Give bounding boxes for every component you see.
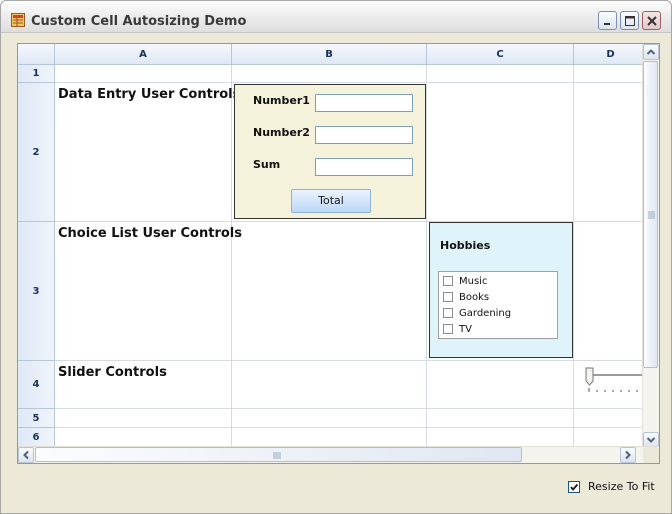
cell-a4-text: Slider Controls [58,365,167,380]
cell-c2[interactable] [427,83,574,222]
horizontal-scrollbar[interactable] [18,446,659,463]
cell-a3-text: Choice List User Controls [58,226,242,241]
cell-b3[interactable] [232,222,427,361]
cell-a2-text: Data Entry User Controls [58,87,241,102]
scroll-left-button[interactable] [18,447,34,463]
hobby-label: Music [459,275,488,287]
cell-d6[interactable] [574,428,648,448]
hobby-item-music[interactable]: Music [443,273,487,289]
resize-to-fit-checkbox[interactable]: Resize To Fit [568,480,655,493]
cell-d3[interactable] [574,222,648,361]
number2-input[interactable] [315,126,413,144]
data-entry-panel: Number1 Number2 Sum Total [234,84,426,219]
number2-label: Number2 [253,126,310,139]
checkbox-icon[interactable] [443,276,453,286]
arrow-left-icon [23,450,29,460]
cell-b4[interactable] [232,361,427,409]
column-header-c[interactable]: C [427,44,574,65]
scroll-up-button[interactable] [643,44,659,60]
checkbox-icon[interactable] [443,292,453,302]
title-bar[interactable]: Custom Cell Autosizing Demo [1,1,671,33]
cell-a1[interactable] [55,65,232,83]
cell-c1[interactable] [427,65,574,83]
checkbox-icon[interactable] [568,480,580,493]
horizontal-scroll-thumb[interactable] [35,447,522,462]
cell-c5[interactable] [427,409,574,428]
cell-a4[interactable]: Slider Controls [55,361,232,409]
column-header-b[interactable]: B [232,44,427,65]
cell-b5[interactable] [232,409,427,428]
arrow-up-icon [646,49,656,55]
row-header-6[interactable]: 6 [18,428,55,448]
cell-a5[interactable] [55,409,232,428]
cell-a3[interactable]: Choice List User Controls [55,222,242,361]
checkmark-icon [570,483,579,491]
column-header-d[interactable]: D [574,44,648,65]
app-window: Custom Cell Autosizing Demo A B C D 1 2 … [0,0,672,514]
cell-c4[interactable] [427,361,574,409]
vertical-scroll-thumb[interactable] [643,61,658,368]
cell-a2[interactable]: Data Entry User Controls [55,83,240,222]
cell-c6[interactable] [427,428,574,448]
hobby-label: TV [459,323,472,335]
cell-b6[interactable] [232,428,427,448]
cell-a6[interactable] [55,428,232,448]
cell-d2[interactable] [574,83,648,222]
row-header-1[interactable]: 1 [18,65,55,83]
window-title: Custom Cell Autosizing Demo [31,14,247,29]
spreadsheet-grid[interactable]: A B C D 1 2 3 4 5 6 Data Entry User Cont… [17,43,660,464]
hobbies-panel: Hobbies Music Books Gardening TV [429,222,573,358]
scroll-right-button[interactable] [620,447,636,463]
cell-b1[interactable] [232,65,427,83]
hobby-item-books[interactable]: Books [443,289,489,305]
scrollbar-corner [643,447,659,463]
grip-icon [648,211,655,219]
slider-thumb [585,367,594,386]
close-button[interactable] [642,11,661,30]
row-header-3[interactable]: 3 [18,222,55,361]
number1-input[interactable] [315,94,413,112]
row-header-4[interactable]: 4 [18,361,55,409]
sum-label: Sum [253,158,281,171]
vertical-scrollbar[interactable] [642,44,659,448]
sum-input[interactable] [315,158,413,176]
hobbies-title: Hobbies [440,239,491,252]
resize-to-fit-label: Resize To Fit [588,480,655,493]
close-icon [647,16,657,26]
row-header-2[interactable]: 2 [18,83,55,222]
hobby-label: Books [459,291,490,303]
grip-icon [273,452,281,459]
hobby-item-gardening[interactable]: Gardening [443,305,511,321]
maximize-button[interactable] [620,11,639,30]
total-button[interactable]: Total [291,189,371,213]
hobby-item-tv[interactable]: TV [443,321,472,337]
minimize-icon [604,23,610,25]
minimize-button[interactable] [598,11,617,30]
hobby-label: Gardening [459,307,512,319]
app-icon [11,13,25,27]
maximize-icon [625,16,635,26]
cell-d5[interactable] [574,409,648,428]
arrow-down-icon [646,437,656,443]
row-header-5[interactable]: 5 [18,409,55,428]
checkbox-icon[interactable] [443,308,453,318]
grid-corner[interactable] [18,44,55,65]
client-area: A B C D 1 2 3 4 5 6 Data Entry User Cont… [5,33,669,511]
checkbox-icon[interactable] [443,324,453,334]
arrow-right-icon [625,450,631,460]
number1-label: Number1 [253,94,310,107]
cell-d1[interactable] [574,65,648,83]
column-header-a[interactable]: A [55,44,232,65]
hobbies-checklist[interactable]: Music Books Gardening TV [438,271,558,339]
